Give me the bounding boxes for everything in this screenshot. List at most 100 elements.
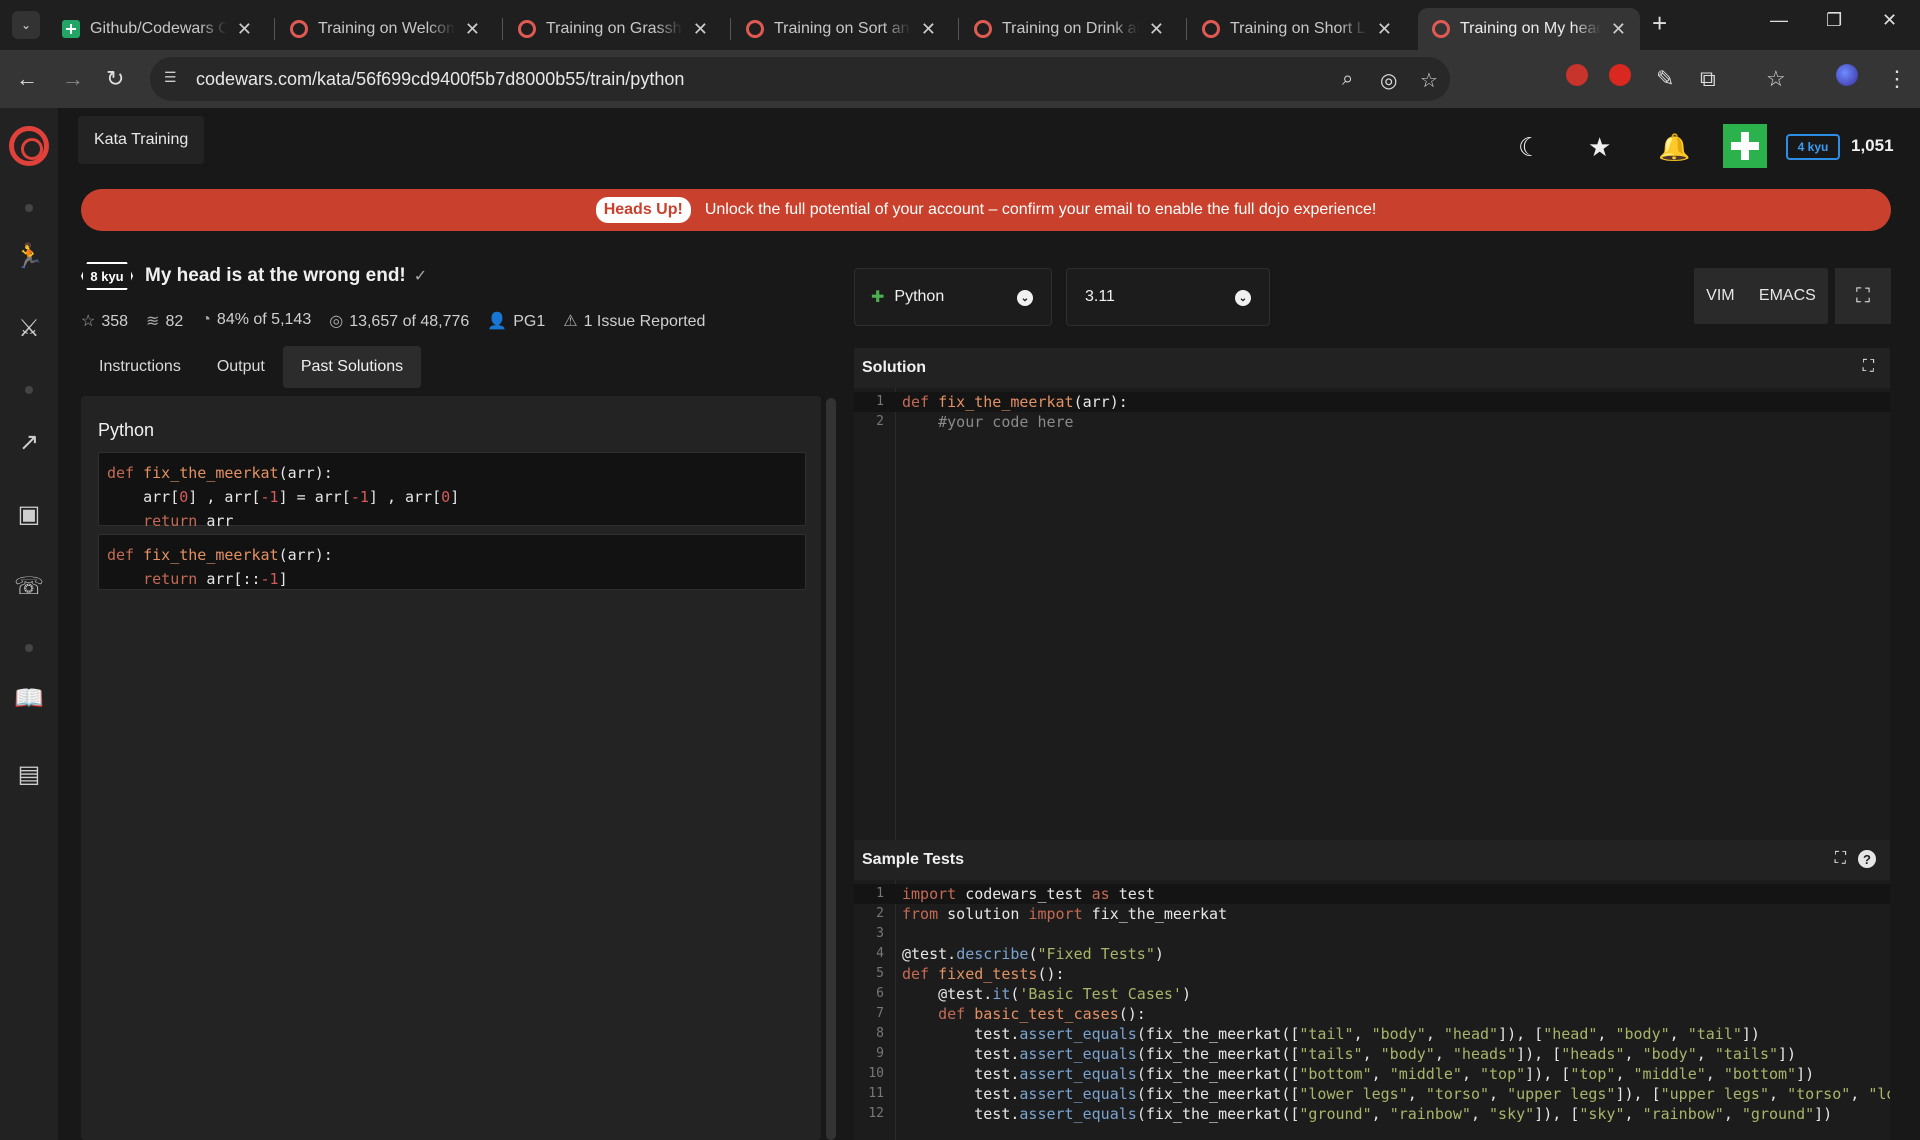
codewars-logo[interactable] — [9, 126, 49, 166]
kyu-badge: 8 kyu — [81, 262, 133, 290]
tab-separator — [958, 18, 959, 40]
solution-editor[interactable]: 1 def fix_the_meerkat(arr): 2 #your code h… — [854, 388, 1890, 862]
tab-instructions[interactable]: Instructions — [81, 346, 199, 388]
fullscreen-icon[interactable]: ⛶ — [1835, 268, 1891, 324]
help-icon[interactable]: ? — [1858, 850, 1876, 868]
dark-mode-moon-icon[interactable]: ☾ — [1518, 132, 1541, 163]
close-tab-icon[interactable]: ✕ — [237, 19, 252, 40]
code-line[interactable]: 7 def basic_test_cases(): — [854, 1004, 1890, 1024]
discord-icon[interactable]: ▣ — [15, 500, 43, 528]
extension-hand-icon[interactable] — [1609, 64, 1631, 86]
language-select[interactable]: ✚ Python ⌄ — [854, 268, 1052, 326]
site-info-icon[interactable]: ☰ — [164, 69, 184, 89]
code-line[interactable]: 10 test.assert_equals(fix_the_meerkat(["… — [854, 1064, 1890, 1084]
bookmarks-icon[interactable]: ☆ — [1766, 66, 1786, 92]
close-tab-icon[interactable]: ✕ — [921, 19, 936, 40]
code-line[interactable]: 3 — [854, 924, 1890, 944]
past-solution-block[interactable]: def fix_the_meerkat(arr): return arr[::-… — [98, 534, 806, 590]
close-window-icon[interactable]: ✕ — [1882, 10, 1897, 31]
code-line[interactable]: 12 test.assert_equals(fix_the_meerkat(["… — [854, 1104, 1890, 1124]
tab-output[interactable]: Output — [199, 346, 283, 388]
close-tab-icon[interactable]: ✕ — [465, 19, 480, 40]
code-line[interactable]: 2 from solution import fix_the_meerkat — [854, 904, 1890, 924]
close-tab-icon[interactable]: ✕ — [1377, 19, 1392, 40]
tab-title: Training on Sort and — [774, 20, 911, 37]
user-avatar[interactable] — [1723, 124, 1767, 168]
reload-icon[interactable]: ↻ — [106, 66, 124, 92]
tab-search-button[interactable]: ⌄ — [12, 11, 40, 39]
browser-tab[interactable]: Training on Short Lo ✕ — [1188, 8, 1406, 50]
expand-icon[interactable]: ⛶ — [1863, 358, 1874, 376]
collections-stat[interactable]: ≋ 82 — [146, 311, 183, 331]
browser-tab[interactable]: Training on My head ✕ — [1418, 8, 1640, 50]
training-icon[interactable]: ⚔ — [15, 314, 43, 342]
minimize-icon[interactable]: — — [1770, 10, 1788, 31]
close-tab-icon[interactable]: ✕ — [1611, 19, 1626, 40]
code-text: test.assert_equals(fix_the_meerkat(["bot… — [902, 1065, 1815, 1083]
target-icon: ◎ — [329, 313, 344, 330]
tab-separator — [274, 18, 275, 40]
code-line[interactable]: 2 #your code here — [854, 412, 1890, 432]
close-tab-icon[interactable]: ✕ — [1149, 19, 1164, 40]
browser-tab[interactable]: Github/Codewars Ch ✕ — [48, 8, 266, 50]
stars-stat[interactable]: ☆ 358 — [81, 311, 128, 331]
browser-menu-icon[interactable]: ⋮ — [1886, 66, 1908, 92]
expand-icon[interactable]: ⛶ — [1835, 850, 1846, 868]
extension-pen-icon[interactable]: ✎ — [1656, 66, 1674, 92]
code-line[interactable]: 6 @test.it('Basic Test Cases') — [854, 984, 1890, 1004]
star-icon: ☆ — [81, 313, 96, 330]
extension-icon[interactable] — [1566, 64, 1588, 86]
line-number: 1 — [876, 394, 884, 409]
line-number: 5 — [876, 966, 884, 981]
completed-check-icon: ✓ — [413, 268, 428, 285]
eye-off-icon[interactable]: ◎ — [1380, 68, 1397, 93]
news-icon[interactable]: ▤ — [15, 760, 43, 788]
browser-tab[interactable]: Training on Welcome ✕ — [276, 8, 494, 50]
close-tab-icon[interactable]: ✕ — [693, 19, 708, 40]
author-stat[interactable]: 👤 PG1 — [487, 311, 545, 331]
profile-avatar[interactable] — [1836, 64, 1858, 86]
new-tab-button[interactable]: + — [1652, 8, 1667, 39]
zoom-icon[interactable]: ⌕ — [1342, 68, 1353, 91]
past-solution-block[interactable]: def fix_the_meerkat(arr): arr[0] , arr[-… — [98, 452, 806, 530]
browser-tab[interactable]: Training on Grasshop ✕ — [504, 8, 722, 50]
version-select[interactable]: 3.11 ⌄ — [1066, 268, 1270, 326]
code-line[interactable]: 1 def fix_the_meerkat(arr): — [854, 392, 1890, 412]
tab-title: Github/Codewars Ch — [90, 20, 227, 37]
leaderboard-trend-icon[interactable]: ↗ — [15, 428, 43, 456]
code-line[interactable]: 11 test.assert_equals(fix_the_meerkat(["… — [854, 1084, 1890, 1104]
extensions-puzzle-icon[interactable]: ⧉ — [1700, 66, 1716, 92]
tab-separator — [1186, 18, 1187, 40]
tab-title: Training on Grasshop — [546, 20, 683, 37]
bookmark-star-icon[interactable]: ☆ — [1420, 68, 1438, 93]
sample-tests-editor[interactable]: 1 import codewars_test as test 2 from solut… — [854, 880, 1890, 1140]
docs-book-icon[interactable]: 📖 — [14, 684, 44, 712]
issues-stat[interactable]: ⚠ 1 Issue Reported — [563, 311, 705, 331]
restore-icon[interactable]: ❐ — [1826, 10, 1842, 31]
code-line[interactable]: 5 def fixed_tests(): — [854, 964, 1890, 984]
code-line[interactable]: 4 @test.describe("Fixed Tests") — [854, 944, 1890, 964]
code-line[interactable]: 9 test.assert_equals(fix_the_meerkat(["t… — [854, 1044, 1890, 1064]
completions-stat: ◎ 13,657 of 48,776 — [329, 313, 470, 330]
code-line[interactable]: 1 import codewars_test as test — [854, 884, 1890, 904]
tab-past-solutions[interactable]: Past Solutions — [282, 346, 422, 388]
back-icon[interactable]: ← — [16, 66, 38, 92]
panel-scrollbar[interactable] — [826, 398, 836, 1140]
code-text: test.assert_equals(fix_the_meerkat(["gro… — [902, 1105, 1833, 1123]
browser-tab[interactable]: Training on Sort and ✕ — [732, 8, 950, 50]
bookmark-icon[interactable]: ★ — [1588, 132, 1611, 163]
address-bar[interactable]: ☰ codewars.com/kata/56f699cd9400f5b7d800… — [150, 57, 1450, 101]
email-confirm-banner[interactable]: Heads Up! Unlock the full potential of y… — [81, 189, 1891, 231]
vim-mode-button[interactable]: VIM — [1706, 287, 1734, 305]
notifications-bell-icon[interactable]: 🔔 — [1658, 132, 1690, 163]
discussion-icon[interactable]: ☏ — [14, 572, 44, 600]
kata-title[interactable]: My head is at the wrong end! — [145, 265, 406, 287]
browser-tab[interactable]: Training on Drink ab ✕ — [960, 8, 1178, 50]
browser-tabbar: ⌄ Github/Codewars Ch ✕ Training on Welcome… — [0, 0, 1920, 50]
kata-stats: ☆ 358 ≋ 82 ◔ 84% of 5,143 ◎ 13,657 of 48,776… — [81, 311, 705, 331]
forward-icon[interactable]: → — [62, 66, 84, 92]
user-icon: 👤 — [487, 313, 508, 330]
emacs-mode-button[interactable]: EMACS — [1759, 287, 1816, 305]
code-line[interactable]: 8 test.assert_equals(fix_the_meerkat(["t… — [854, 1024, 1890, 1044]
practice-icon[interactable]: 🏃 — [14, 242, 44, 270]
